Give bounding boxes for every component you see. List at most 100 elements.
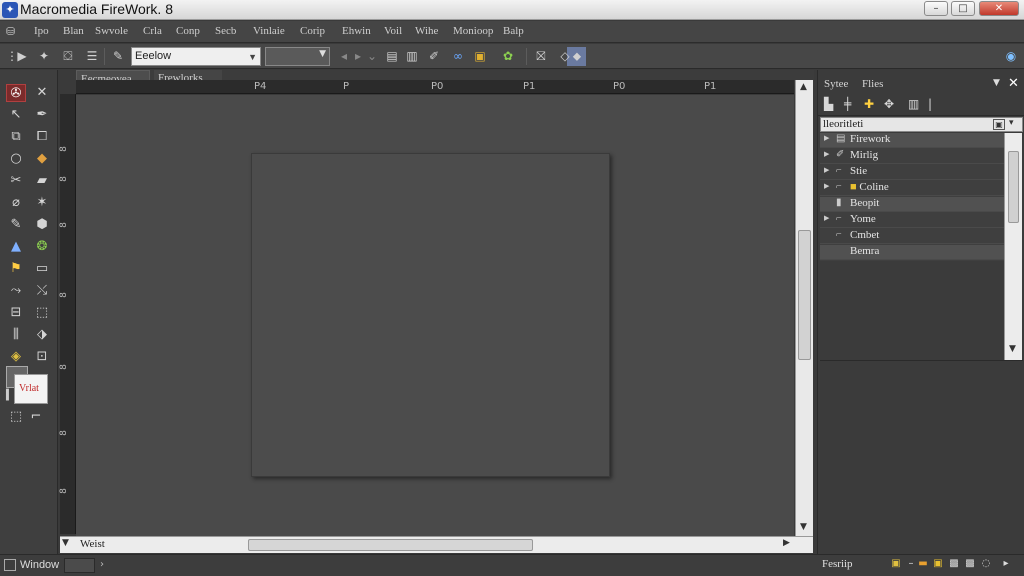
- list-item[interactable]: ▶ ✐ Mirlig: [820, 149, 1005, 164]
- dash-icon[interactable]: –: [905, 558, 917, 570]
- menu-item[interactable]: Ehwin: [342, 25, 371, 37]
- panel-tab[interactable]: Flies: [862, 78, 883, 90]
- scroll-down-icon[interactable]: ▼: [1009, 344, 1016, 354]
- maximize-button[interactable]: □: [951, 1, 975, 16]
- zoom-tool-icon[interactable]: ⤯: [32, 282, 52, 300]
- expand-arrow-icon[interactable]: ▶: [824, 182, 829, 190]
- lasso-tool-icon[interactable]: ○: [6, 150, 26, 168]
- add-icon[interactable]: ✚: [864, 97, 874, 111]
- menu-item[interactable]: Swvole: [95, 25, 128, 37]
- folder-icon[interactable]: ▬: [917, 558, 929, 570]
- swap-colors-icon[interactable]: ▍: [6, 390, 14, 401]
- canvas-area[interactable]: [76, 95, 794, 536]
- options-icon[interactable]: ▣: [993, 119, 1005, 130]
- chart-icon[interactable]: ▥: [908, 97, 919, 111]
- color-tool-icon[interactable]: ◈: [6, 348, 26, 366]
- panel-search-field[interactable]: lleoritleti ▣ ▾: [820, 117, 1023, 132]
- document-menu-icon[interactable]: ⛁: [6, 25, 20, 38]
- scroll-thumb[interactable]: [1008, 151, 1019, 223]
- pencil-tool-icon[interactable]: ✎: [6, 216, 26, 234]
- menu-item[interactable]: Corip: [300, 25, 325, 37]
- scale-tool-icon[interactable]: ⧉: [6, 128, 26, 146]
- list-item[interactable]: ⌐ Cmbet: [820, 229, 1005, 244]
- image-icon[interactable]: ▣: [932, 558, 944, 570]
- font-select[interactable]: Eeelow ▼: [131, 47, 261, 66]
- frame-tool-icon[interactable]: ⊡: [32, 348, 52, 366]
- horizontal-scrollbar[interactable]: ▼ Weist ▶: [60, 536, 813, 553]
- list-item[interactable]: ▶ ⌐ Stie: [820, 165, 1005, 180]
- brush-tool-icon[interactable]: ✂: [6, 172, 26, 190]
- layers-icon[interactable]: ☰: [84, 49, 100, 64]
- close-button[interactable]: ✕: [979, 1, 1019, 16]
- list-item[interactable]: ▮ Beopit: [820, 197, 1005, 212]
- expand-arrow-icon[interactable]: ▶: [824, 134, 829, 142]
- brush-icon[interactable]: ✦: [36, 49, 52, 64]
- paint-tool-icon[interactable]: ❂: [32, 238, 52, 256]
- fill-color-swatch[interactable]: Vrlat: [14, 374, 48, 404]
- scroll-down-icon[interactable]: ▼: [800, 522, 807, 532]
- minimize-button[interactable]: –: [924, 1, 948, 16]
- eyedropper-icon[interactable]: ✐: [426, 49, 442, 64]
- hotspot-tool-icon[interactable]: ⬚: [32, 304, 52, 322]
- scroll-up-icon[interactable]: ▲: [800, 82, 807, 92]
- align-left-icon[interactable]: ▤: [384, 49, 400, 64]
- gradient-tool-icon[interactable]: ⬗: [32, 326, 52, 344]
- distribute-icon[interactable]: ╪: [844, 97, 851, 111]
- menu-item[interactable]: Ipo: [34, 25, 49, 37]
- triangle-tool-icon[interactable]: ▲: [6, 238, 26, 256]
- menu-item[interactable]: Voil: [384, 25, 402, 37]
- bars-tool-icon[interactable]: ⫼: [6, 326, 26, 344]
- flag-tool-icon[interactable]: ⚑: [6, 260, 26, 278]
- more-icon[interactable]: ▸: [1000, 558, 1012, 570]
- refresh-icon[interactable]: ◌: [980, 558, 992, 570]
- shape-tool-icon[interactable]: ⬢: [32, 216, 52, 234]
- move-icon[interactable]: ✥: [884, 97, 894, 111]
- pen-tool-icon[interactable]: ✒: [32, 106, 52, 124]
- scroll-thumb[interactable]: [248, 539, 533, 551]
- list-item[interactable]: ▶ ⌐ Yome: [820, 213, 1005, 228]
- menu-item[interactable]: Vinlaie: [253, 25, 285, 37]
- globe-icon[interactable]: ◉: [1003, 49, 1019, 64]
- rectangle-tool-icon[interactable]: ▭: [32, 260, 52, 278]
- list-item[interactable]: ▶ ⌐ ■ Coline: [820, 181, 1005, 196]
- chevron-down-icon[interactable]: ▼: [993, 78, 1000, 88]
- crop-icon[interactable]: ⛝: [533, 49, 549, 64]
- blur-tool-icon[interactable]: ⌀: [6, 194, 26, 212]
- window-field[interactable]: [64, 558, 95, 573]
- hand-tool-icon[interactable]: ⤳: [6, 282, 26, 300]
- arrow-icon[interactable]: ▶: [14, 49, 30, 64]
- pointer-tool-icon[interactable]: ✇: [6, 84, 26, 102]
- magnet-icon[interactable]: ✿: [500, 49, 516, 64]
- list-item[interactable]: ▶ ▤ Firework: [820, 133, 1005, 148]
- expand-arrow-icon[interactable]: ▶: [824, 214, 829, 222]
- image-icon[interactable]: ▣: [890, 558, 902, 570]
- scroll-left-icon[interactable]: ▼: [62, 538, 69, 548]
- expand-arrow-icon[interactable]: ▶: [824, 150, 829, 158]
- star-tool-icon[interactable]: ✶: [32, 194, 52, 212]
- view-mode-icon[interactable]: ⬚: [6, 408, 26, 426]
- link-icon[interactable]: ∞: [450, 49, 466, 64]
- align-center-icon[interactable]: ▥: [404, 49, 420, 64]
- scroll-right-icon[interactable]: ▶: [783, 538, 790, 548]
- crop-tool-icon[interactable]: ⧠: [32, 128, 52, 146]
- artboard[interactable]: [251, 153, 610, 477]
- slice-tool-icon[interactable]: ⊟: [6, 304, 26, 322]
- chevron-down-icon[interactable]: ▾: [1009, 118, 1014, 128]
- menu-item[interactable]: Conp: [176, 25, 200, 37]
- menu-item[interactable]: Monioop: [453, 25, 493, 37]
- panel-scrollbar[interactable]: ▼: [1004, 133, 1022, 360]
- bucket-icon[interactable]: ⛋: [60, 49, 76, 64]
- crosshair-tool-icon[interactable]: ✕: [32, 84, 52, 102]
- new-page-icon[interactable]: ▙: [824, 97, 833, 111]
- pen-icon[interactable]: ✎: [110, 49, 126, 64]
- subselect-tool-icon[interactable]: ↖: [6, 106, 26, 124]
- scroll-thumb[interactable]: [798, 230, 811, 360]
- menu-item[interactable]: Crla: [143, 25, 162, 37]
- size-select[interactable]: ▼: [265, 47, 330, 66]
- eraser-tool-icon[interactable]: ▰: [32, 172, 52, 190]
- wand-tool-icon[interactable]: ◆: [32, 150, 52, 168]
- chevron-down-icon[interactable]: ⌄: [364, 49, 380, 64]
- gallery-icon[interactable]: ▩: [964, 558, 976, 570]
- menu-item[interactable]: Wihe: [415, 25, 438, 37]
- menu-item[interactable]: Blan: [63, 25, 84, 37]
